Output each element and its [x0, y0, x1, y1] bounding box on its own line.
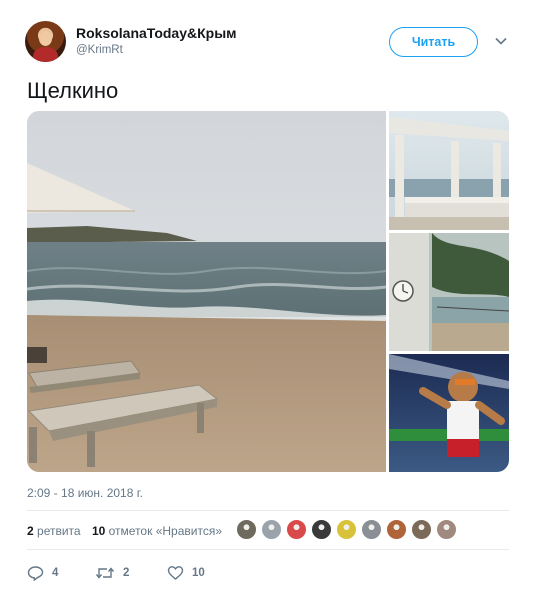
liker-avatar[interactable] [386, 519, 407, 540]
heart-icon [167, 566, 184, 580]
liker-avatar[interactable] [336, 519, 357, 540]
liker-avatar[interactable] [261, 519, 282, 540]
photo-clock[interactable] [389, 233, 509, 351]
retweets-stat[interactable]: 2 ретвита [27, 524, 81, 538]
photo-colonnade[interactable] [389, 111, 509, 230]
reply-icon [27, 566, 44, 581]
avatar[interactable] [25, 21, 66, 62]
reply-button[interactable]: 4 [27, 563, 58, 583]
liker-avatar[interactable] [411, 519, 432, 540]
retweet-button[interactable]: 2 [95, 563, 129, 583]
reply-count: 4 [52, 567, 59, 579]
photo-mascot[interactable] [389, 354, 509, 472]
tweet-timestamp[interactable]: 2:09 - 18 июн. 2018 г. [27, 486, 143, 500]
author-handle[interactable]: @KrimRt [76, 44, 123, 56]
tweet: RoksolanaToday&Крым @KrimRt Читать Щелки… [0, 0, 541, 600]
liker-avatar[interactable] [361, 519, 382, 540]
liker-avatar[interactable] [236, 519, 257, 540]
photo-beach[interactable] [27, 111, 387, 472]
likes-stat[interactable]: 10 отметок «Нравится» [92, 524, 222, 538]
like-count: 10 [192, 567, 205, 579]
media-grid [27, 111, 509, 472]
liker-avatar[interactable] [286, 519, 307, 540]
retweet-icon [95, 567, 115, 579]
author-name[interactable]: RoksolanaToday&Крым [76, 25, 237, 41]
tweet-text: Щелкино [27, 78, 119, 103]
divider [27, 510, 509, 511]
chevron-down-icon[interactable] [494, 34, 508, 48]
like-button[interactable]: 10 [167, 563, 205, 583]
liker-avatar[interactable] [311, 519, 332, 540]
retweet-count: 2 [123, 567, 130, 579]
tweet-stats: 2 ретвита 10 отметок «Нравится» [27, 524, 230, 538]
liker-avatar[interactable] [436, 519, 457, 540]
follow-button[interactable]: Читать [389, 27, 478, 57]
divider [27, 549, 509, 550]
